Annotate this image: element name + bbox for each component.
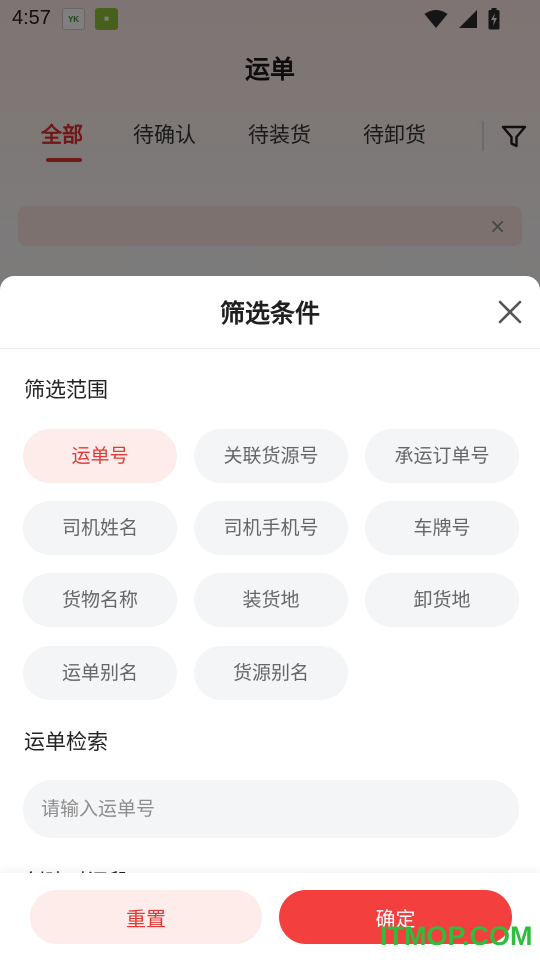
sheet-title: 筛选条件 bbox=[219, 299, 320, 328]
scope-option-carrier-order-no[interactable]: 承运订单号 bbox=[365, 429, 519, 483]
scope-option-goods-name[interactable]: 货物名称 bbox=[23, 573, 177, 627]
scope-option-source-alias[interactable]: 货源别名 bbox=[194, 646, 348, 700]
scope-option-linked-source-no[interactable]: 关联货源号 bbox=[194, 429, 348, 483]
scope-option-driver-phone[interactable]: 司机手机号 bbox=[194, 501, 348, 555]
scope-option-loading-place[interactable]: 装货地 bbox=[194, 573, 348, 627]
search-section-label: 运单检索 bbox=[24, 730, 108, 754]
scope-option-driver-name[interactable]: 司机姓名 bbox=[23, 501, 177, 555]
sheet-header: 筛选条件 bbox=[0, 276, 540, 349]
scope-option-waybill-alias[interactable]: 运单别名 bbox=[23, 646, 177, 700]
close-icon[interactable] bbox=[494, 296, 526, 328]
filter-sheet: 筛选条件 筛选范围 运单号 关联货源号 承运订单号 司机姓名 司机手机号 车牌号… bbox=[0, 276, 540, 960]
reset-button[interactable]: 重置 bbox=[30, 890, 262, 944]
scope-section-label: 筛选范围 bbox=[24, 378, 108, 402]
scope-option-unloading-place[interactable]: 卸货地 bbox=[365, 573, 519, 627]
scope-option-waybill-no[interactable]: 运单号 bbox=[23, 429, 177, 483]
waybill-search-input[interactable] bbox=[23, 780, 519, 838]
site-watermark: ITMOP.COM bbox=[380, 921, 533, 951]
scope-option-plate-no[interactable]: 车牌号 bbox=[365, 501, 519, 555]
